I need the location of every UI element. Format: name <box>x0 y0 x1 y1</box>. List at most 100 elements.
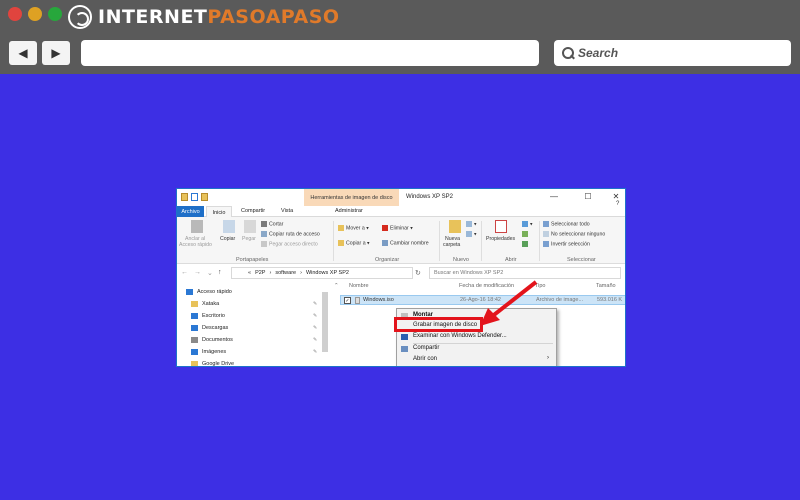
properties-icon[interactable] <box>495 220 507 233</box>
up-icon[interactable]: ↑ <box>218 269 222 276</box>
tab-administrar[interactable]: Administrar <box>335 208 363 214</box>
menu-item-compartir[interactable]: Compartir <box>413 345 439 351</box>
invert-icon <box>543 241 549 247</box>
nav-google-drive[interactable]: Google Drive <box>191 361 234 366</box>
copy-icon[interactable] <box>223 220 235 233</box>
nav-xataka[interactable]: Xataka <box>191 301 219 307</box>
select-none-button[interactable]: No seleccionar ninguno <box>543 231 605 237</box>
close-light[interactable] <box>8 7 22 21</box>
back-button[interactable]: ◀ <box>9 41 37 65</box>
group-portapapeles: Portapapeles <box>236 257 269 263</box>
ribbon-divider <box>481 221 482 261</box>
minimize-light[interactable] <box>28 7 42 21</box>
forward-button[interactable]: ▶ <box>42 41 70 65</box>
share-icon <box>401 346 408 352</box>
group-organizar: Organizar <box>375 257 400 263</box>
move-icon <box>338 225 344 231</box>
star-icon <box>186 289 193 295</box>
new-folder-icon[interactable] <box>449 220 461 233</box>
image-icon <box>191 349 198 355</box>
group-abrir: Abrir <box>505 257 517 263</box>
properties-label[interactable]: Propiedades <box>486 236 515 242</box>
breadcrumb-current[interactable]: Windows XP SP2 <box>306 270 349 276</box>
forward-arrow-icon: ▶ <box>51 46 61 60</box>
maximize-icon[interactable]: ☐ <box>583 192 593 201</box>
navigation-pane: Acceso rápido Xataka ✎ Escritorio ✎ Desc… <box>177 285 329 366</box>
pin-icon[interactable]: ✎ <box>313 337 317 343</box>
cut-button[interactable]: Cortar <box>261 221 283 227</box>
breadcrumb-overflow[interactable]: « <box>248 270 251 276</box>
browser-chrome: INTERNETPASOAPASO ◀ ▶ Search <box>0 0 800 74</box>
pin-icon[interactable]: ✎ <box>313 301 317 307</box>
menu-item-examinar[interactable]: Examinar con Windows Defender... <box>413 333 507 339</box>
ribbon: Anclar al Acceso rápido Copiar Pegar Cor… <box>177 201 625 264</box>
pin-icon[interactable]: ✎ <box>313 349 317 355</box>
nav-descargas[interactable]: Descargas <box>191 325 228 331</box>
copy-path-button[interactable]: Copiar ruta de acceso <box>261 231 320 237</box>
paste-shortcut-button[interactable]: Pegar acceso directo <box>261 241 318 247</box>
nav-escritorio[interactable]: Escritorio <box>191 313 225 319</box>
copy-label[interactable]: Copiar <box>220 236 235 242</box>
close-icon[interactable]: ✕ <box>611 192 621 201</box>
column-tamano[interactable]: Tamaño <box>596 283 616 289</box>
menu-item-abrir-con[interactable]: Abrir con <box>413 356 437 362</box>
move-to-button[interactable]: Mover a ▾ <box>338 225 369 231</box>
ribbon-divider <box>333 221 334 261</box>
row-checkbox[interactable]: ✓ <box>344 297 351 304</box>
select-all-button[interactable]: Seleccionar todo <box>543 221 590 227</box>
new-item-icon[interactable]: ▾ <box>466 221 477 227</box>
file-size: 593.016 K <box>597 297 623 303</box>
invert-selection-button[interactable]: Invertir selección <box>543 241 590 247</box>
column-nombre[interactable]: Nombre <box>349 283 369 289</box>
delete-button[interactable]: Eliminar ▾ <box>382 225 413 231</box>
brand-icon <box>68 5 92 29</box>
history-icon[interactable] <box>522 241 530 247</box>
search-icon <box>562 47 574 59</box>
refresh-icon[interactable]: ↻ <box>415 269 421 277</box>
breadcrumb-separator[interactable]: › <box>269 270 271 276</box>
folder-search-placeholder: Buscar en Windows XP SP2 <box>434 270 504 276</box>
url-bar[interactable] <box>81 40 539 66</box>
back-icon[interactable]: ← <box>181 269 188 276</box>
tab-vista[interactable]: Vista <box>281 208 293 214</box>
nav-documentos[interactable]: Documentos <box>191 337 233 343</box>
address-bar[interactable]: « P2P › software › Windows XP SP2 <box>231 267 413 279</box>
ribbon-divider <box>439 221 440 261</box>
checkbox-icon[interactable] <box>191 193 198 201</box>
window-title: Windows XP SP2 <box>406 194 453 200</box>
maximize-light[interactable] <box>48 7 62 21</box>
brand-text: INTERNETPASOAPASO <box>98 6 340 28</box>
folder-icon[interactable] <box>181 193 188 201</box>
pin-icon[interactable]: ✎ <box>313 325 317 331</box>
contextual-tab-header: Herramientas de imagen de disco <box>304 189 399 206</box>
tab-compartir[interactable]: Compartir <box>241 208 265 214</box>
pin-label-2: Acceso rápido <box>179 242 212 248</box>
copy-to-button[interactable]: Copiar a ▾ <box>338 240 370 246</box>
breadcrumb-p2p[interactable]: P2P <box>255 270 265 276</box>
rename-button[interactable]: Cambiar nombre <box>382 240 429 246</box>
pin-icon[interactable]: ✎ <box>313 313 317 319</box>
forward-icon[interactable]: → <box>194 269 201 276</box>
nav-imagenes[interactable]: Imágenes <box>191 349 226 355</box>
paste-icon[interactable] <box>244 220 256 233</box>
open-icon[interactable]: ▾ <box>522 221 533 227</box>
easy-access-icon[interactable]: ▾ <box>466 231 477 237</box>
tab-archivo[interactable]: Archivo <box>177 206 204 217</box>
file-name: Windows.iso <box>363 297 394 303</box>
sort-chevron-icon[interactable]: ⌃ <box>334 283 339 289</box>
minimize-icon[interactable]: — <box>549 192 559 201</box>
folder-icon[interactable] <box>201 193 208 201</box>
nav-scrollbar[interactable] <box>322 292 328 352</box>
ribbon-help-icon[interactable]: ? <box>616 201 619 207</box>
nav-acceso-rapido[interactable]: Acceso rápido <box>186 289 232 295</box>
breadcrumb-separator[interactable]: › <box>300 270 302 276</box>
edit-icon[interactable] <box>522 231 530 237</box>
download-icon <box>191 325 198 331</box>
breadcrumb-software[interactable]: software <box>275 270 296 276</box>
paste-label[interactable]: Pegar <box>242 236 256 242</box>
delete-icon <box>382 225 388 231</box>
desktop-icon <box>191 313 198 319</box>
recent-icon[interactable]: ⌄ <box>207 269 213 277</box>
pin-icon[interactable] <box>191 220 203 233</box>
browser-search-box[interactable]: Search <box>554 40 791 66</box>
